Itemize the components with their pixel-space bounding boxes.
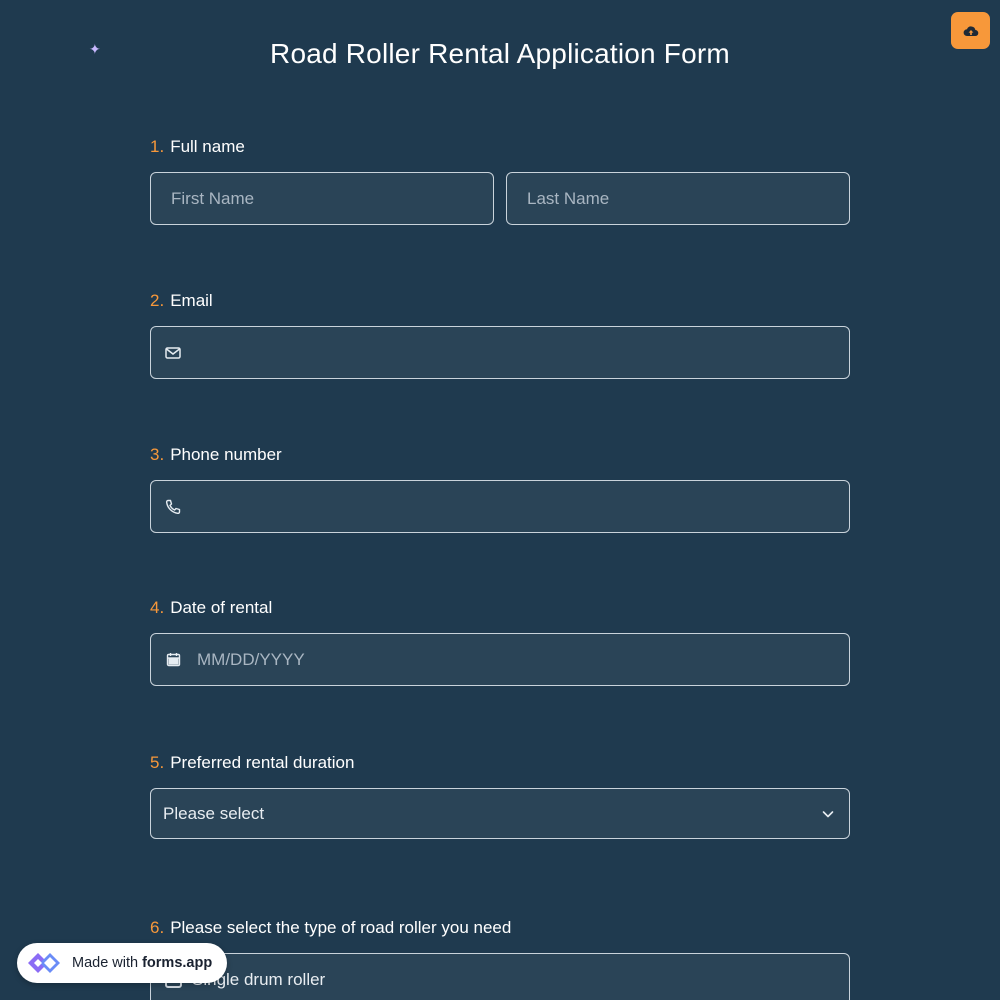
first-name-input[interactable]: First Name — [150, 172, 494, 225]
question-rental-duration: 5. Preferred rental duration Please selec… — [150, 752, 850, 839]
calendar-icon — [164, 651, 182, 669]
first-name-placeholder: First Name — [171, 188, 255, 208]
name-row: First Name Last Name — [150, 172, 850, 225]
forms-app-logo-icon — [25, 945, 65, 981]
question-number: 3. — [150, 445, 165, 464]
question-label: 3. Phone number — [150, 444, 850, 466]
question-text: Full name — [170, 137, 245, 156]
question-text: Date of rental — [170, 598, 273, 617]
question-number: 2. — [150, 291, 165, 310]
question-date-of-rental: 4. Date of rental MM/DD/YYYY — [150, 597, 850, 686]
question-number: 6. — [150, 918, 165, 937]
question-phone: 3. Phone number — [150, 444, 850, 533]
question-label: 4. Date of rental — [150, 597, 850, 619]
phone-input[interactable] — [150, 480, 850, 533]
roller-type-option[interactable]: Single drum roller — [150, 953, 850, 1000]
rental-duration-select[interactable]: Please select — [150, 788, 850, 839]
cloud-upload-icon — [963, 25, 978, 36]
last-name-placeholder: Last Name — [527, 188, 610, 208]
question-text: Email — [170, 291, 213, 310]
question-full-name: 1. Full name First Name Last Name — [150, 136, 850, 225]
phone-icon — [164, 498, 182, 516]
question-text: Phone number — [170, 445, 282, 464]
last-name-input[interactable]: Last Name — [506, 172, 850, 225]
question-label: 1. Full name — [150, 136, 850, 158]
question-number: 4. — [150, 598, 165, 617]
form-page: ✦ Road Roller Rental Application Form 1.… — [0, 0, 1000, 1000]
date-input[interactable]: MM/DD/YYYY — [150, 633, 850, 686]
made-with-badge[interactable]: Made with forms.app — [17, 943, 227, 983]
badge-brand: forms.app — [142, 955, 213, 971]
email-input[interactable] — [150, 326, 850, 379]
badge-prefix: Made with — [72, 955, 139, 971]
question-number: 1. — [150, 137, 165, 156]
question-label: 6. Please select the type of road roller … — [150, 917, 850, 939]
question-text: Preferred rental duration — [170, 753, 355, 772]
envelope-icon — [164, 344, 182, 362]
chevron-down-icon — [821, 804, 835, 824]
question-roller-type: 6. Please select the type of road roller … — [150, 917, 850, 1000]
select-value: Please select — [163, 803, 265, 823]
question-text: Please select the type of road roller yo… — [170, 918, 512, 937]
page-title: Road Roller Rental Application Form — [270, 38, 730, 69]
date-placeholder: MM/DD/YYYY — [197, 649, 305, 669]
question-number: 5. — [150, 753, 165, 772]
question-email: 2. Email — [150, 290, 850, 379]
question-label: 2. Email — [150, 290, 850, 312]
question-label: 5. Preferred rental duration — [150, 752, 850, 774]
